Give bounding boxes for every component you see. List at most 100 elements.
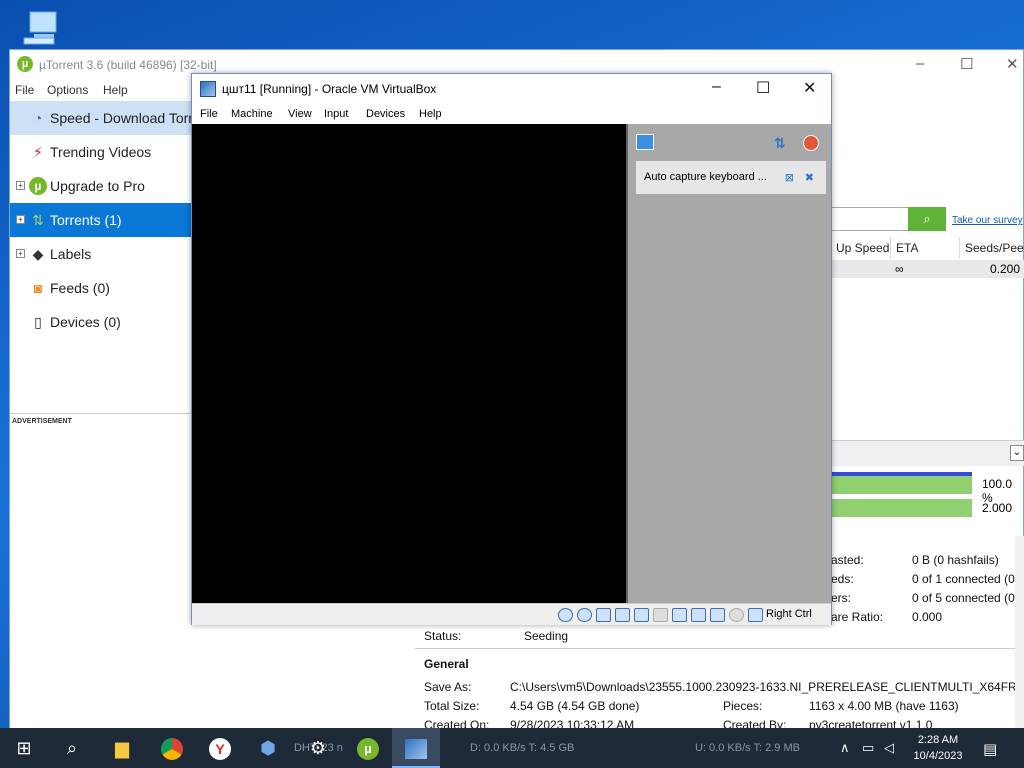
volume-muted-icon[interactable]: ◁ <box>884 740 894 756</box>
sidebar-item-torrents[interactable]: + ⇅ Torrents (1) <box>10 203 192 237</box>
notifications-icon[interactable]: ▤ <box>983 740 997 758</box>
expand-icon[interactable]: + <box>16 249 25 258</box>
rss-icon: ◙ <box>33 280 43 296</box>
taskbar-clock[interactable]: 2:28 AM 10/4/2023 <box>904 732 972 764</box>
hard-disk-icon[interactable] <box>558 608 573 622</box>
optical-drive-icon[interactable] <box>577 608 592 622</box>
menu-options[interactable]: Options <box>47 83 88 97</box>
menu-machine[interactable]: Machine <box>231 108 273 120</box>
chrome-button[interactable] <box>148 728 196 768</box>
display-icon[interactable] <box>672 608 687 622</box>
details-scrollbar[interactable] <box>1015 536 1024 730</box>
search-icon: ⌕ <box>66 738 78 758</box>
keyboard-capture-icon[interactable] <box>748 608 763 622</box>
virtualbox-manager-button[interactable]: ⬢ <box>244 728 292 768</box>
shared-folders-icon[interactable] <box>653 608 668 622</box>
vm-display[interactable] <box>192 124 626 603</box>
utorrent-taskbar-button[interactable]: µ <box>344 728 392 768</box>
close-icon[interactable]: ✕ <box>803 78 816 98</box>
notification-panel: ⇅ Auto capture keyboard ... ⊠ ✖ <box>626 124 831 603</box>
this-pc-desktop-icon[interactable] <box>18 8 62 48</box>
search-input[interactable] <box>831 207 909 231</box>
details-toolbar <box>831 440 1024 466</box>
menu-view[interactable]: View <box>288 108 312 120</box>
settings-button[interactable]: ⚙ <box>294 728 342 768</box>
survey-link[interactable]: Take our survey <box>952 215 1023 226</box>
search-icon: ⌕ <box>923 211 931 226</box>
virtualbox-vm-taskbar-button[interactable] <box>392 728 440 768</box>
menu-file[interactable]: File <box>200 108 218 120</box>
sidebar-item-label: Devices (0) <box>50 314 121 330</box>
chevron-down-icon[interactable]: ⌄ <box>1010 445 1024 461</box>
pin-icon[interactable]: ⊠ <box>785 171 794 184</box>
auto-capture-notice[interactable]: Auto capture keyboard ... ⊠ ✖ <box>636 161 826 194</box>
save-as-value: C:\Users\vm5\Downloads\23555.1000.230923… <box>510 680 1015 694</box>
minimize-icon[interactable]: – <box>916 55 924 72</box>
row-eta: ∞ <box>895 262 904 276</box>
maximize-icon[interactable]: ☐ <box>960 55 973 73</box>
sidebar-item-labels[interactable]: + ◆ Labels <box>10 237 192 271</box>
host-key-label: Right Ctrl <box>766 608 812 620</box>
maximize-icon[interactable]: ☐ <box>756 78 770 98</box>
column-up-speed[interactable]: Up Speed <box>831 237 889 259</box>
column-seeds-peers[interactable]: Seeds/Peers <box>959 237 1024 259</box>
utorrent-upload-ghost: U: 0.0 KB/s T: 2.9 MB <box>695 742 800 754</box>
sidebar-item-devices[interactable]: ▯ Devices (0) <box>10 305 192 339</box>
search-button[interactable]: ⌕ <box>48 728 96 768</box>
folder-icon: ▆ <box>115 738 129 758</box>
usb-icon[interactable] <box>634 608 649 622</box>
close-notice-icon[interactable]: ✖ <box>805 171 814 184</box>
virtualbox-app-icon <box>200 81 216 97</box>
sidebar-item-feeds[interactable]: ◙ Feeds (0) <box>10 271 192 305</box>
menu-devices[interactable]: Devices <box>366 108 405 120</box>
file-explorer-button[interactable]: ▆ <box>98 728 146 768</box>
column-eta[interactable]: ETA <box>890 237 958 259</box>
status-value: Seeding <box>524 629 569 643</box>
save-as-label: Save As: <box>424 680 472 694</box>
audio-icon[interactable] <box>596 608 611 622</box>
utorrent-sidebar: ◔ Speed - Download Torrents ⚡ Trending V… <box>10 101 219 413</box>
chevron-up-icon[interactable]: ∧ <box>840 740 850 756</box>
virtualbox-statusbar: Right Ctrl <box>192 603 831 625</box>
network-icon[interactable] <box>615 608 630 622</box>
menu-help[interactable]: Help <box>419 108 442 120</box>
sidebar-item-upgrade[interactable]: + µ Upgrade to Pro <box>10 169 192 203</box>
sort-icon[interactable]: ⇅ <box>774 135 790 151</box>
network-tray-icon[interactable]: ▭ <box>862 740 874 756</box>
virtualbox-menubar: File Machine View Input Devices Help <box>192 104 831 124</box>
close-icon[interactable]: ✕ <box>1006 55 1019 73</box>
sidebar-item-trending[interactable]: ⚡ Trending Videos <box>10 135 192 169</box>
cpu-icon[interactable] <box>710 608 725 622</box>
transfer-value: 0 of 1 connected (0 <box>912 572 1015 586</box>
expand-icon[interactable]: + <box>16 215 25 224</box>
expand-icon[interactable]: + <box>16 181 25 190</box>
chrome-icon <box>161 738 183 761</box>
lightning-icon: ⚡ <box>33 144 43 160</box>
virtualbox-titlebar[interactable]: цшт11 [Running] - Oracle VM VirtualBox –… <box>192 74 831 104</box>
yandex-button[interactable]: Y <box>196 728 244 768</box>
video-capture-icon[interactable] <box>691 608 706 622</box>
menu-file[interactable]: File <box>15 83 34 97</box>
utorrent-download-ghost: D: 0.0 KB/s T: 4.5 GB <box>470 742 575 754</box>
availability-value: 2.000 <box>982 501 1013 515</box>
search-button[interactable]: ⌕ <box>908 207 946 231</box>
utorrent-icon: µ <box>357 738 379 761</box>
advertisement-label: ADVERTISEMENT <box>10 413 192 429</box>
sidebar-item-label: Labels <box>50 246 92 262</box>
utorrent-badge-icon: µ <box>29 177 47 195</box>
notice-text: Auto capture keyboard ... <box>644 171 767 183</box>
utorrent-logo-icon: µ <box>17 56 33 72</box>
minimize-icon[interactable]: – <box>712 78 721 96</box>
sidebar-item-speed[interactable]: ◔ Speed - Download Torrents <box>10 101 219 135</box>
start-button[interactable]: ⊞ <box>0 728 48 768</box>
mouse-integration-icon[interactable] <box>729 608 744 622</box>
menu-help[interactable]: Help <box>103 83 128 97</box>
message-icon[interactable] <box>636 134 654 150</box>
device-icon: ▯ <box>34 314 42 330</box>
menu-input[interactable]: Input <box>324 108 348 120</box>
sidebar-item-label: Torrents (1) <box>50 212 122 228</box>
dismiss-all-icon[interactable] <box>803 135 819 151</box>
downloaded-progress-bar <box>831 476 972 494</box>
clock-time: 2:28 AM <box>917 734 959 746</box>
total-size-label: Total Size: <box>424 699 480 713</box>
